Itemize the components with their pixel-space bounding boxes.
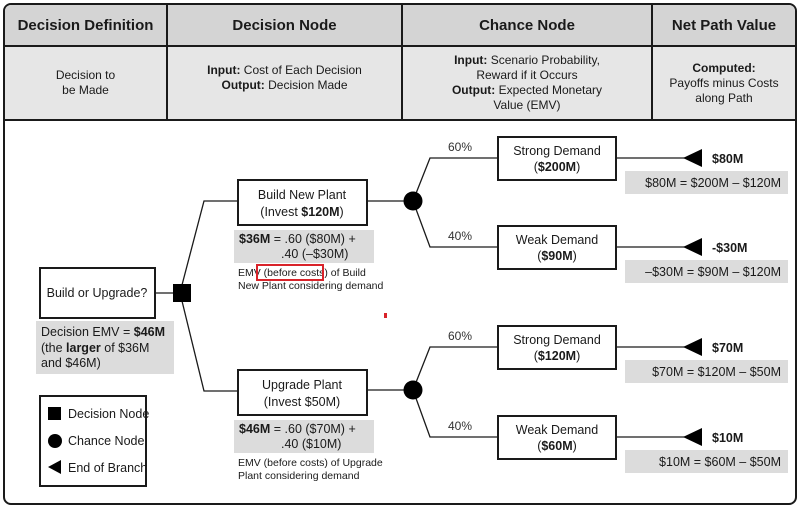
branch-note-line1: EMV (before costs) of Upgrade	[238, 457, 383, 469]
paren: )	[576, 349, 580, 363]
end-of-branch-icon	[683, 428, 702, 446]
net-value: -$30M	[712, 241, 747, 255]
emv-bold: larger	[66, 341, 101, 355]
payoff-value: $60M	[541, 439, 572, 453]
chance-node-icon	[403, 191, 423, 211]
note-text: EMV (before costs) of Upgrade	[238, 457, 383, 469]
outcome-payoff: ($90M)	[537, 249, 577, 263]
decision-emv-line1: Decision EMV = $46M	[41, 325, 165, 339]
branch-name: Upgrade Plant	[262, 378, 342, 392]
net-calc: $70M = $120M – $50M	[652, 365, 781, 379]
legend-circle-icon	[48, 434, 62, 448]
decision-emv-line2: (the larger of $36M	[41, 341, 149, 355]
outcome-payoff: ($120M)	[534, 349, 581, 363]
note-text: EMV	[238, 267, 264, 279]
paren: )	[576, 160, 580, 174]
chance-node-icon	[403, 380, 423, 400]
probability-label: 40%	[448, 419, 472, 433]
legend-label: End of Branch	[68, 461, 147, 475]
connector-strong	[412, 346, 498, 391]
invest-prefix: (Invest	[264, 395, 305, 409]
paren: )	[573, 439, 577, 453]
branch-note-line2: New Plant considering demand	[238, 280, 383, 292]
legend-label: Decision Node	[68, 407, 149, 421]
branch-emv-formula: $36M = .60 ($80M) +	[239, 232, 356, 246]
end-of-branch-icon	[683, 338, 702, 356]
branches: Build New Plant (Invest $120M) $36M = .60 …	[234, 136, 788, 482]
probability-label: 40%	[448, 229, 472, 243]
decision-node-icon	[173, 284, 191, 302]
tree-diagram: Build or Upgrade? Decision EMV = $46M (t…	[36, 136, 788, 487]
connector-upgrade	[181, 300, 238, 392]
payoff-value: $90M	[541, 249, 572, 263]
emv-formula-1: = .60 ($80M) +	[270, 232, 355, 246]
net-calc: –$30M = $90M – $120M	[645, 265, 781, 279]
paren: )	[573, 249, 577, 263]
legend-label: Chance Node	[68, 434, 144, 448]
emv-formula-1: = .60 ($70M) +	[270, 422, 355, 436]
probability-label: 60%	[448, 329, 472, 343]
connector-strong	[412, 157, 498, 202]
emv-value: $46M	[239, 422, 270, 436]
note-text: of Build	[328, 267, 366, 279]
invest-value: $120M	[301, 205, 339, 219]
end-of-branch-icon	[683, 238, 702, 256]
emv-formula-2: .40 ($10M)	[281, 437, 341, 451]
branch-emv-formula: $46M = .60 ($70M) +	[239, 422, 356, 436]
connector-build	[181, 200, 238, 286]
outcome-payoff: ($200M)	[534, 160, 581, 174]
net-value: $80M	[712, 152, 743, 166]
branch-invest: (Invest $120M)	[260, 205, 343, 219]
invest-suffix: )	[340, 205, 344, 219]
outcome-payoff: ($60M)	[537, 439, 577, 453]
outcome-label: Strong Demand	[513, 333, 601, 347]
payoff-value: $120M	[538, 349, 576, 363]
outcome-label: Weak Demand	[516, 233, 598, 247]
red-mark	[384, 313, 387, 318]
emv-value: $46M	[134, 325, 165, 339]
net-calc: $10M = $60M – $50M	[659, 455, 781, 469]
root-question: Build or Upgrade?	[47, 286, 148, 300]
net-calc: $80M = $200M – $120M	[645, 176, 781, 190]
emv-formula-2: .40 (–$30M)	[281, 247, 348, 261]
end-of-branch-icon	[683, 149, 702, 167]
outcome-label: Strong Demand	[513, 144, 601, 158]
invest-value: $50M	[305, 395, 336, 409]
legend-square-icon	[48, 407, 61, 420]
invest-suffix: )	[336, 395, 340, 409]
branch-note-line2: Plant considering demand	[238, 470, 360, 482]
decision-emv-line3: and $46M)	[41, 356, 101, 370]
emv-text: (the	[41, 341, 66, 355]
emv-prefix: Decision EMV =	[41, 325, 134, 339]
probability-label: 60%	[448, 140, 472, 154]
note-highlight: (before costs)	[264, 267, 328, 279]
branch-invest: (Invest $50M)	[264, 395, 340, 409]
emv-text: of $36M	[101, 341, 150, 355]
payoff-value: $200M	[538, 160, 576, 174]
net-value: $70M	[712, 341, 743, 355]
outcome-label: Weak Demand	[516, 423, 598, 437]
emv-value: $36M	[239, 232, 270, 246]
net-value: $10M	[712, 431, 743, 445]
branch-name: Build New Plant	[258, 188, 347, 202]
invest-prefix: (Invest	[260, 205, 301, 219]
